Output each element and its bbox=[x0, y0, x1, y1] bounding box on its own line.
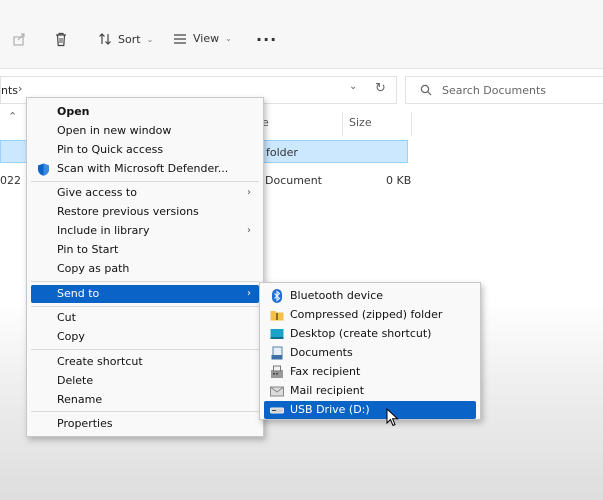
column-divider[interactable] bbox=[411, 112, 412, 136]
column-header-size[interactable]: Size bbox=[349, 116, 372, 129]
menu-item-pin-quick-access[interactable]: Pin to Quick access bbox=[31, 141, 259, 159]
menu-item-open-new-window[interactable]: Open in new window bbox=[31, 122, 259, 140]
sort-label: Sort bbox=[118, 32, 141, 46]
search-box[interactable]: Search Documents bbox=[405, 76, 603, 104]
delete-button[interactable] bbox=[54, 32, 68, 47]
sort-icon bbox=[99, 33, 111, 45]
view-button[interactable]: View ⌄ bbox=[173, 32, 232, 45]
mail-icon bbox=[270, 386, 284, 397]
menu-separator bbox=[31, 411, 259, 412]
menu-item-rename[interactable]: Rename bbox=[31, 391, 259, 409]
address-dropdown-icon[interactable]: ⌄ bbox=[349, 81, 357, 92]
menu-item-cut[interactable]: Cut bbox=[31, 309, 259, 327]
send-to-compressed-folder[interactable]: Compressed (zipped) folder bbox=[264, 306, 476, 324]
menu-item-include-library[interactable]: Include in library › bbox=[31, 222, 259, 240]
chevron-down-icon: ⌄ bbox=[225, 34, 232, 43]
menu-item-properties[interactable]: Properties bbox=[31, 415, 259, 433]
desktop-icon bbox=[270, 329, 284, 339]
usb-drive-icon bbox=[270, 407, 284, 414]
view-icon bbox=[174, 33, 186, 44]
file-type: Document bbox=[265, 174, 322, 187]
menu-item-scan-defender[interactable]: Scan with Microsoft Defender... bbox=[31, 160, 259, 178]
menu-item-give-access[interactable]: Give access to › bbox=[31, 184, 259, 202]
menu-item-send-to[interactable]: Send to › bbox=[31, 285, 259, 303]
send-to-bluetooth[interactable]: Bluetooth device bbox=[264, 287, 476, 305]
menu-item-create-shortcut[interactable]: Create shortcut bbox=[31, 353, 259, 371]
refresh-icon[interactable]: ↻ bbox=[375, 81, 386, 96]
menu-item-open[interactable]: Open bbox=[31, 103, 259, 121]
send-to-mail[interactable]: Mail recipient bbox=[264, 382, 476, 400]
command-bar: Sort ⌄ View ⌄ ··· bbox=[0, 0, 603, 69]
menu-separator bbox=[31, 306, 259, 307]
send-to-submenu: Bluetooth device Compressed (zipped) fol… bbox=[259, 282, 481, 420]
column-divider[interactable] bbox=[342, 112, 343, 136]
trash-icon bbox=[56, 32, 66, 47]
more-icon: ··· bbox=[256, 30, 278, 49]
view-label: View bbox=[193, 32, 220, 45]
zip-folder-icon bbox=[270, 311, 284, 321]
fax-icon bbox=[271, 365, 283, 378]
chevron-right-icon: › bbox=[247, 288, 251, 299]
menu-separator bbox=[31, 349, 259, 350]
menu-item-pin-start[interactable]: Pin to Start bbox=[31, 241, 259, 259]
chevron-down-icon: ⌄ bbox=[146, 34, 154, 44]
send-to-fax[interactable]: Fax recipient bbox=[264, 363, 476, 381]
menu-item-delete[interactable]: Delete bbox=[31, 372, 259, 390]
context-menu: Open Open in new window Pin to Quick acc… bbox=[26, 97, 264, 437]
breadcrumb-chevron-icon: › bbox=[18, 82, 23, 95]
send-to-desktop[interactable]: Desktop (create shortcut) bbox=[264, 325, 476, 343]
send-to-usb-drive[interactable]: USB Drive (D:) bbox=[264, 401, 476, 419]
chevron-right-icon: › bbox=[247, 187, 251, 198]
mouse-cursor-icon bbox=[386, 408, 399, 427]
collapse-chevron-icon[interactable]: ⌃ bbox=[8, 110, 17, 123]
more-options-button[interactable]: ··· bbox=[256, 30, 277, 49]
documents-icon bbox=[271, 346, 283, 360]
menu-separator bbox=[31, 281, 259, 282]
search-icon bbox=[420, 84, 432, 96]
menu-item-restore-versions[interactable]: Restore previous versions bbox=[31, 203, 259, 221]
path-segment[interactable]: nts bbox=[1, 84, 18, 97]
chevron-right-icon: › bbox=[247, 225, 251, 236]
search-input[interactable]: Search Documents bbox=[442, 84, 546, 97]
file-type: folder bbox=[266, 146, 298, 159]
bluetooth-icon bbox=[272, 289, 282, 303]
menu-item-copy[interactable]: Copy bbox=[31, 328, 259, 346]
file-size: 0 KB bbox=[386, 174, 412, 187]
menu-separator bbox=[31, 181, 259, 182]
defender-shield-icon bbox=[38, 163, 49, 176]
share-button[interactable] bbox=[12, 32, 26, 46]
sort-button[interactable]: Sort ⌄ bbox=[98, 32, 153, 46]
send-to-documents[interactable]: Documents bbox=[264, 344, 476, 362]
share-icon bbox=[13, 33, 25, 46]
file-date: 022 bbox=[0, 174, 21, 187]
menu-item-copy-path[interactable]: Copy as path bbox=[31, 260, 259, 278]
